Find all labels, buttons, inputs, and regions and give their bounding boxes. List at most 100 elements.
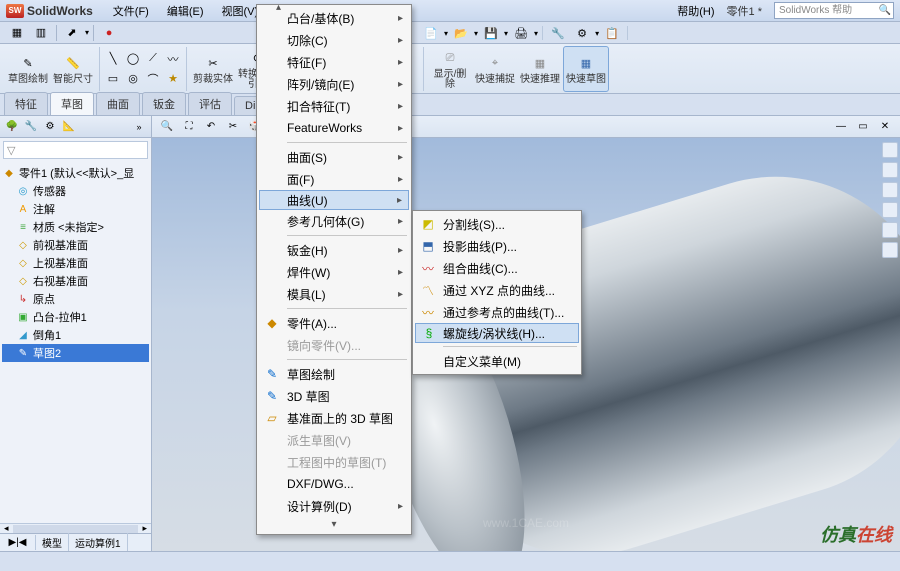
point-tool-icon[interactable]: ★ (164, 70, 182, 88)
menu-edit[interactable]: 编辑(E) (159, 1, 212, 21)
tree-origin[interactable]: ↳原点 (2, 290, 149, 308)
display-delete-button[interactable]: ⎚显示/删除 (428, 46, 472, 92)
submenu-composite-curve[interactable]: 〰组合曲线(C)... (415, 257, 579, 279)
submenu-customize-menu[interactable]: 自定义菜单(M) (415, 350, 579, 372)
taskpane-appearances-icon[interactable] (882, 222, 898, 238)
menu-scroll-up-icon[interactable]: ▴ (276, 2, 281, 13)
zoom-area-icon[interactable]: ⛶ (180, 119, 198, 135)
horizontal-scrollbar[interactable] (13, 525, 139, 533)
fm-expand-icon[interactable]: » (131, 119, 147, 135)
menu-3d-sketch[interactable]: ✎3D 草图 (259, 385, 409, 407)
tab-evaluate[interactable]: 评估 (188, 92, 232, 115)
tab-sheetmetal[interactable]: 钣金 (142, 92, 186, 115)
tree-right-plane[interactable]: ◇右视基准面 (2, 272, 149, 290)
menu-molds[interactable]: 模具(L) (259, 283, 409, 305)
new-doc-icon[interactable]: 📄 (420, 24, 442, 42)
screen-capture-icon[interactable]: 📋 (601, 24, 623, 42)
rect-tool-icon[interactable]: ▭ (104, 70, 122, 88)
tree-front-plane[interactable]: ◇前视基准面 (2, 236, 149, 254)
line-tool-icon[interactable]: ╲ (104, 50, 122, 68)
ellipse-tool-icon[interactable]: ◎ (124, 70, 142, 88)
menu-curve[interactable]: 曲线(U) (259, 190, 409, 210)
tree-part-root[interactable]: ◆零件1 (默认<<默认>_显 (2, 164, 149, 182)
submenu-curve-xyz[interactable]: 〽通过 XYZ 点的曲线... (415, 279, 579, 301)
taskpane-resources-icon[interactable] (882, 142, 898, 158)
tree-sketch2[interactable]: ✎草图2 (2, 344, 149, 362)
save-icon[interactable]: 💾 (480, 24, 502, 42)
arc-tool-icon[interactable]: ⟋ (144, 50, 162, 68)
motion-play-icon[interactable]: ▶|◀ (0, 535, 36, 550)
section-view-icon[interactable]: ✂ (224, 119, 242, 135)
arrow-tool-icon[interactable]: ⬈ (61, 24, 83, 42)
menu-design-study[interactable]: 设计算例(D) (259, 495, 409, 517)
print-icon[interactable]: 🖨 (510, 24, 532, 42)
rapid-sketch2-button[interactable]: ▦快速草图 (563, 46, 609, 92)
menu-3d-sketch-on-plane[interactable]: ▱基准面上的 3D 草图 (259, 407, 409, 429)
fm-filter-input[interactable]: ▽ (3, 141, 148, 159)
zoom-fit-icon[interactable]: 🔍 (158, 119, 176, 135)
composite-curve-icon: 〰 (419, 259, 437, 277)
tree-sensors[interactable]: ◎传感器 (2, 182, 149, 200)
menu-weldments[interactable]: 焊件(W) (259, 261, 409, 283)
taskpane-design-lib-icon[interactable] (882, 162, 898, 178)
menu-fastening[interactable]: 扣合特征(T) (259, 95, 409, 117)
close-view-icon[interactable]: ✕ (876, 119, 894, 135)
select-icon[interactable]: ▦ (6, 24, 28, 42)
submenu-helix-spiral[interactable]: §螺旋线/涡状线(H)... (415, 323, 579, 343)
smart-dimension-button[interactable]: 📏智能尺寸 (51, 46, 95, 92)
select2-icon[interactable]: ▥ (30, 24, 52, 42)
menu-dxf-dwg[interactable]: DXF/DWG... (259, 473, 409, 495)
tab-motion-study[interactable]: 运动算例1 (69, 533, 128, 552)
menu-featureworks[interactable]: FeatureWorks (259, 117, 409, 139)
search-input[interactable]: SolidWorks 帮助 (774, 2, 894, 19)
submenu-projected-curve[interactable]: ⬒投影曲线(P)... (415, 235, 579, 257)
circle-tool-icon[interactable]: ◯ (124, 50, 142, 68)
tree-top-plane[interactable]: ◇上视基准面 (2, 254, 149, 272)
tree-annotations[interactable]: A注解 (2, 200, 149, 218)
tree-extrude1[interactable]: ▣凸台-拉伸1 (2, 308, 149, 326)
minimize-view-icon[interactable]: — (832, 119, 850, 135)
menu-cut[interactable]: 切除(C) (259, 29, 409, 51)
menu-surface[interactable]: 曲面(S) (259, 146, 409, 168)
tab-model[interactable]: 模型 (36, 533, 69, 552)
quick-snap-button[interactable]: ⌖快速捕捉 (473, 46, 517, 92)
taskpane-custom-icon[interactable] (882, 242, 898, 258)
menu-derived-sketch: 派生草图(V) (259, 429, 409, 451)
menu-part[interactable]: ◆零件(A)... (259, 312, 409, 334)
menu-sketch[interactable]: ✎草图绘制 (259, 363, 409, 385)
prev-view-icon[interactable]: ↶ (202, 119, 220, 135)
open-doc-icon[interactable]: 📂 (450, 24, 472, 42)
menu-file[interactable]: 文件(F) (105, 1, 157, 21)
fm-tab-config-icon[interactable]: ⚙ (42, 119, 58, 135)
submenu-curve-ref-points[interactable]: 〰通过参考点的曲线(T)... (415, 301, 579, 323)
rapid-sketch-button[interactable]: ▦快速推理 (518, 46, 562, 92)
appearance-icon[interactable]: ● (98, 24, 120, 42)
menu-pattern-mirror[interactable]: 阵列/镜向(E) (259, 73, 409, 95)
fm-tab-dim-icon[interactable]: 📐 (61, 119, 77, 135)
ref-point-curve-icon: 〰 (419, 303, 437, 321)
spline-tool-icon[interactable]: 〰 (164, 50, 182, 68)
tab-surfaces[interactable]: 曲面 (96, 92, 140, 115)
menu-face[interactable]: 面(F) (259, 168, 409, 190)
options-icon[interactable]: ⚙ (571, 24, 593, 42)
taskpane-file-explorer-icon[interactable] (882, 182, 898, 198)
menu-boss-base[interactable]: 凸台/基体(B) (259, 7, 409, 29)
menu-sheet-metal[interactable]: 钣金(H) (259, 239, 409, 261)
tree-material[interactable]: ≡材质 <未指定> (2, 218, 149, 236)
trim-button[interactable]: ✂剪裁实体 (191, 46, 235, 92)
taskpane-view-palette-icon[interactable] (882, 202, 898, 218)
tab-features[interactable]: 特征 (4, 92, 48, 115)
menu-features[interactable]: 特征(F) (259, 51, 409, 73)
arc2-tool-icon[interactable]: ⌒ (144, 70, 162, 88)
sketch-button[interactable]: ✎草图绘制 (6, 46, 50, 92)
fm-tab-tree-icon[interactable]: 🌳 (4, 119, 20, 135)
rebuild-icon[interactable]: 🔧 (547, 24, 569, 42)
tree-chamfer1[interactable]: ◢倒角1 (2, 326, 149, 344)
submenu-split-line[interactable]: ◩分割线(S)... (415, 213, 579, 235)
menu-help[interactable]: 帮助(H) (677, 3, 714, 19)
restore-view-icon[interactable]: ▭ (854, 119, 872, 135)
fm-tab-property-icon[interactable]: 🔧 (23, 119, 39, 135)
menu-scroll-down-icon[interactable]: ▾ (259, 517, 409, 532)
tab-sketch[interactable]: 草图 (50, 92, 94, 115)
menu-reference-geometry[interactable]: 参考几何体(G) (259, 210, 409, 232)
